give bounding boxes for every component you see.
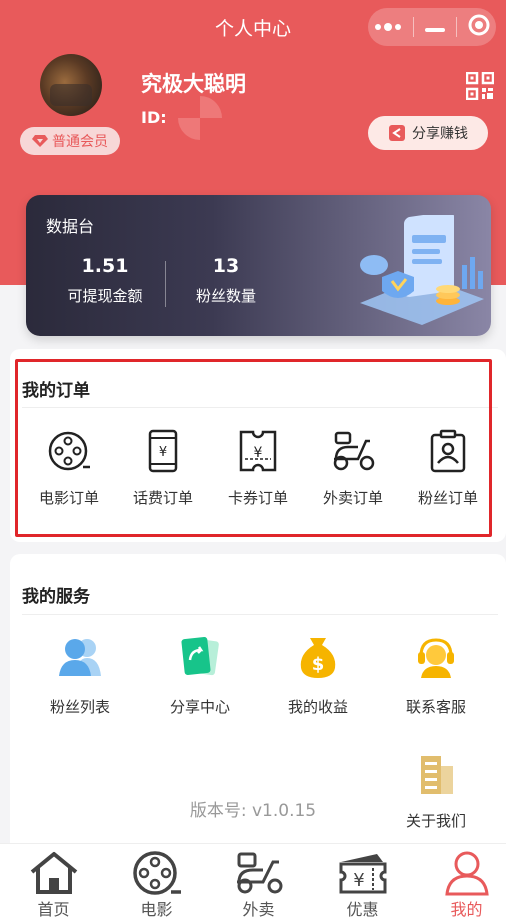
user-id-label: ID: <box>141 108 167 127</box>
withdrawable-amount: 1.51 <box>81 255 129 277</box>
users-icon <box>59 639 101 676</box>
fans-list-item[interactable]: 粉丝列表 <box>40 634 120 717</box>
customer-service-item[interactable]: 联系客服 <box>396 634 476 717</box>
tab-discount[interactable]: ¥ 优惠 <box>312 844 413 920</box>
bottom-tab-bar: 首页 电影 外卖 ¥ 优惠 我的 <box>0 843 506 922</box>
share-earn-label: 分享赚钱 <box>412 126 468 142</box>
version-text: 版本号: v1.0.15 <box>189 801 317 821</box>
data-illustration <box>360 215 484 325</box>
fans-stat[interactable]: 13 粉丝数量 <box>181 255 271 306</box>
tab-takeaway-label: 外卖 <box>242 900 275 919</box>
share-earn-button[interactable]: 分享赚钱 <box>368 116 488 150</box>
share-card-icon <box>181 637 219 676</box>
share-center-label: 分享中心 <box>169 698 230 716</box>
home-icon <box>30 852 77 894</box>
customer-service-label: 联系客服 <box>405 698 466 716</box>
film-reel-icon <box>132 851 181 895</box>
money-bag-icon: $ <box>300 638 336 678</box>
person-icon <box>444 851 489 896</box>
headset-agent-icon <box>418 638 454 678</box>
share-center-item[interactable]: 分享中心 <box>160 634 240 717</box>
tab-discount-label: 优惠 <box>346 900 379 919</box>
withdrawable-label: 可提现金额 <box>67 287 143 305</box>
close-circle-icon[interactable] <box>467 13 491 41</box>
fans-list-label: 粉丝列表 <box>49 698 110 716</box>
tab-movie-label: 电影 <box>140 900 173 919</box>
data-dashboard-card: 数据台 1.51 可提现金额 13 粉丝数量 <box>26 195 491 336</box>
tab-home-label: 首页 <box>37 900 70 919</box>
more-icon[interactable] <box>373 18 403 37</box>
my-earnings-item[interactable]: $ 我的收益 <box>278 634 358 717</box>
avatar[interactable] <box>40 54 102 116</box>
tab-takeaway[interactable]: 外卖 <box>208 844 309 920</box>
tab-movie[interactable]: 电影 <box>106 844 207 920</box>
svg-text:¥: ¥ <box>353 870 364 891</box>
coupon-icon: ¥ <box>339 854 386 894</box>
services-section-title: 我的服务 <box>22 587 90 607</box>
withdrawable-stat[interactable]: 1.51 可提现金额 <box>60 255 150 306</box>
scooter-icon <box>236 852 282 894</box>
tab-mine[interactable]: 我的 <box>416 844 506 920</box>
member-badge: 普通会员 <box>20 127 120 155</box>
dashboard-title: 数据台 <box>46 217 95 236</box>
fans-count: 13 <box>212 255 240 277</box>
svg-text:$: $ <box>312 654 325 675</box>
qr-code-icon[interactable] <box>466 72 494 100</box>
my-earnings-label: 我的收益 <box>287 698 348 716</box>
decorative-shape <box>178 96 222 140</box>
highlight-box <box>15 359 492 537</box>
tab-mine-label: 我的 <box>450 900 483 919</box>
mini-program-capsule <box>368 8 496 46</box>
fans-label: 粉丝数量 <box>195 287 256 305</box>
share-icon <box>389 125 405 141</box>
member-badge-label: 普通会员 <box>52 134 108 150</box>
building-icon <box>421 756 453 794</box>
tab-home[interactable]: 首页 <box>3 844 104 920</box>
minimize-icon[interactable] <box>424 18 446 37</box>
diamond-icon <box>32 135 48 147</box>
